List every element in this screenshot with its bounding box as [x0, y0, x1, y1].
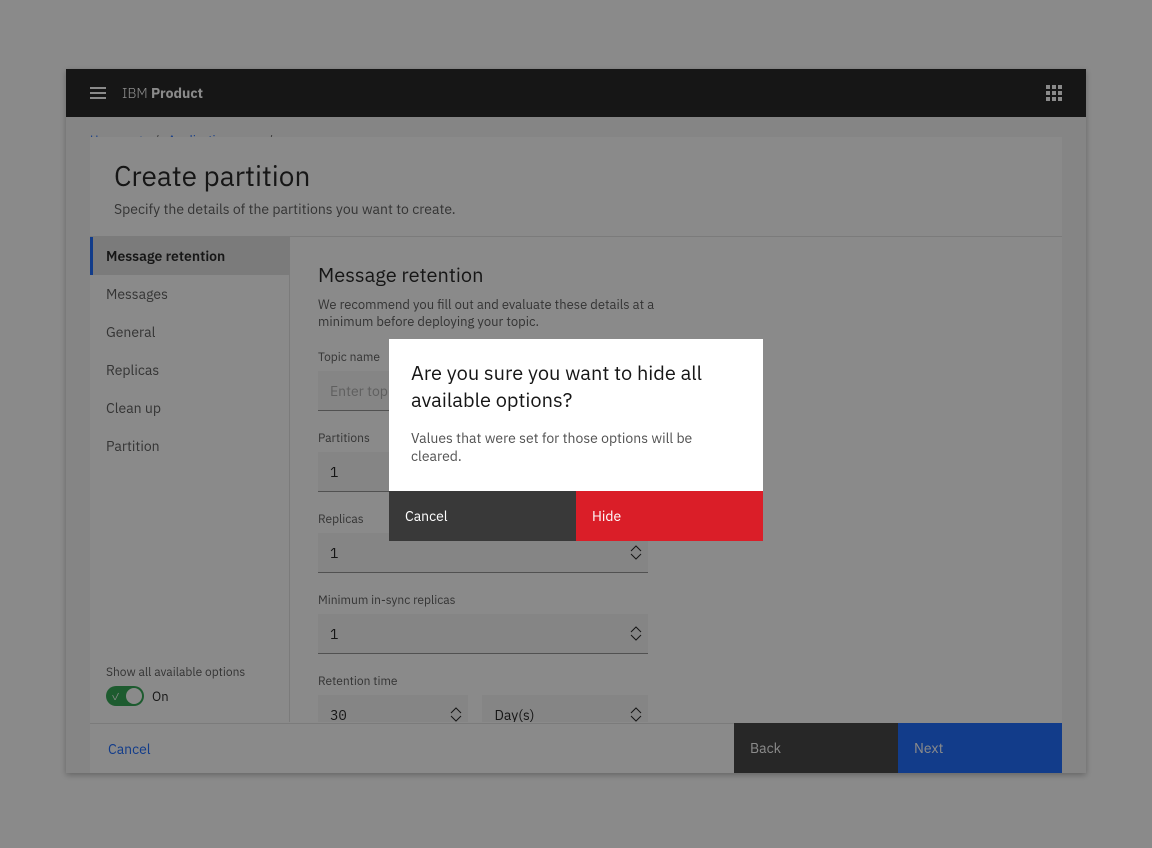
modal-hide-button[interactable]: Hide — [576, 491, 763, 541]
modal-cancel-button[interactable]: Cancel — [389, 491, 576, 541]
confirm-hide-modal: Are you sure you want to hide all availa… — [389, 339, 763, 541]
modal-title: Are you sure you want to hide all availa… — [411, 359, 741, 413]
modal-text: Values that were set for those options w… — [411, 429, 741, 465]
